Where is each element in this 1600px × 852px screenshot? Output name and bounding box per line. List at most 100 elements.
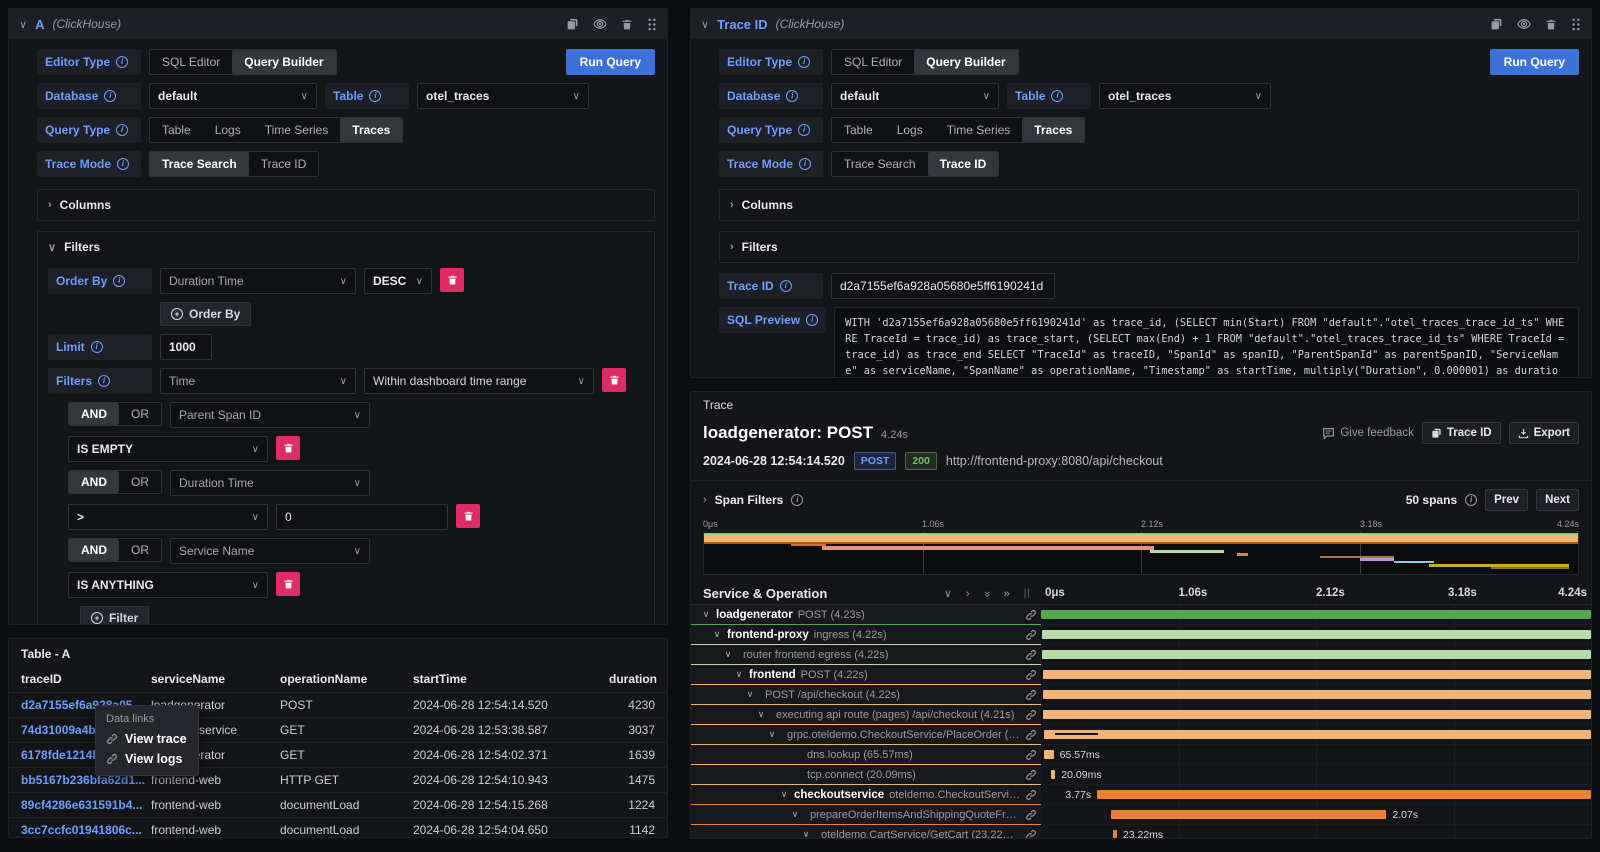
span-bar[interactable] bbox=[1042, 630, 1591, 639]
collapse-icon[interactable]: ∨ bbox=[701, 18, 709, 31]
link-icon[interactable] bbox=[1025, 709, 1037, 721]
add-filter-button[interactable]: +Filter bbox=[80, 606, 149, 625]
query-type-traces[interactable]: Traces bbox=[340, 118, 402, 142]
remove-condition-button[interactable] bbox=[276, 436, 300, 460]
chevron-down-icon[interactable]: ∨ bbox=[734, 669, 744, 680]
link-icon[interactable] bbox=[1025, 629, 1037, 641]
span-row[interactable]: ∨frontendPOST (4.22s) bbox=[691, 665, 1591, 685]
condition-operator-select[interactable]: >∨ bbox=[68, 504, 268, 530]
add-order-by-button[interactable]: +Order By bbox=[160, 302, 251, 326]
query-type-logs[interactable]: Logs bbox=[203, 118, 253, 142]
view-logs-link[interactable]: View logs bbox=[106, 752, 188, 766]
condition-operator-select[interactable]: IS EMPTY∨ bbox=[68, 436, 268, 462]
info-icon[interactable]: i bbox=[1465, 494, 1477, 506]
trace-mode-id[interactable]: Trace ID bbox=[928, 152, 999, 176]
span-row[interactable]: ∨frontend-proxyingress (4.22s) bbox=[691, 625, 1591, 645]
trace-id-input[interactable]: d2a7155ef6a928a05680e5ff6190241d bbox=[831, 273, 1055, 299]
columns-section[interactable]: ›Columns bbox=[37, 189, 655, 221]
col-starttime[interactable]: startTime bbox=[413, 672, 609, 686]
chevron-down-icon[interactable]: ∨ bbox=[779, 789, 789, 800]
span-bar[interactable] bbox=[1043, 710, 1591, 719]
span-bar[interactable] bbox=[1044, 730, 1591, 739]
condition-operator-select[interactable]: IS ANYTHING∨ bbox=[68, 572, 268, 598]
info-icon[interactable]: i bbox=[780, 280, 792, 292]
remove-filter-button[interactable] bbox=[602, 368, 626, 392]
span-bar[interactable] bbox=[1051, 770, 1055, 779]
chevron-right-icon[interactable]: › bbox=[703, 494, 707, 506]
query-type-table[interactable]: Table bbox=[150, 118, 203, 142]
span-row[interactable]: ∨prepareOrderItemsAndShippingQuoteFromCa… bbox=[691, 805, 1591, 825]
link-icon[interactable] bbox=[1025, 689, 1037, 701]
chevron-right-icon[interactable]: › bbox=[48, 199, 52, 211]
span-row[interactable]: ∨executing api route (pages) /api/checko… bbox=[691, 705, 1591, 725]
link-icon[interactable] bbox=[1025, 649, 1037, 661]
next-button[interactable]: Next bbox=[1536, 489, 1579, 511]
info-icon[interactable]: i bbox=[98, 375, 110, 387]
remove-condition-button[interactable] bbox=[456, 504, 480, 528]
trace-mode-search[interactable]: Trace Search bbox=[150, 152, 249, 176]
trace-minimap[interactable] bbox=[703, 531, 1579, 575]
info-icon[interactable]: i bbox=[369, 90, 381, 102]
span-row[interactable]: ∨POST /api/checkout (4.22s) bbox=[691, 685, 1591, 705]
or-option[interactable]: OR bbox=[119, 403, 161, 425]
span-filters-label[interactable]: Span Filters bbox=[715, 493, 784, 507]
link-icon[interactable] bbox=[1025, 809, 1037, 821]
table-select[interactable]: otel_traces∨ bbox=[417, 83, 589, 109]
link-icon[interactable] bbox=[1025, 749, 1037, 761]
link-icon[interactable] bbox=[1025, 789, 1037, 801]
collapse-icon[interactable]: ∨ bbox=[19, 18, 27, 31]
editor-type-builder[interactable]: Query Builder bbox=[914, 50, 1017, 74]
span-bar-cell[interactable]: 20.09ms bbox=[1041, 765, 1591, 785]
span-bar-cell[interactable]: 3.77s bbox=[1041, 785, 1591, 805]
or-option[interactable]: OR bbox=[119, 539, 161, 561]
drag-handle-icon[interactable] bbox=[1571, 18, 1581, 31]
chevron-down-icon[interactable]: ∨ bbox=[701, 609, 711, 620]
span-row[interactable]: ∨loadgeneratorPOST (4.23s) bbox=[691, 605, 1591, 625]
span-bar-cell[interactable] bbox=[1041, 645, 1591, 665]
query-type-logs[interactable]: Logs bbox=[885, 118, 935, 142]
editor-type-builder[interactable]: Query Builder bbox=[232, 50, 335, 74]
span-bar[interactable] bbox=[1043, 690, 1591, 699]
link-icon[interactable] bbox=[1025, 769, 1037, 781]
filters-section[interactable]: ›Filters bbox=[719, 231, 1579, 263]
collapse-all-icon[interactable]: » bbox=[981, 590, 993, 596]
info-icon[interactable]: i bbox=[798, 56, 810, 68]
copy-icon[interactable] bbox=[1490, 18, 1503, 31]
info-icon[interactable]: i bbox=[806, 314, 818, 326]
eye-icon[interactable] bbox=[1517, 17, 1531, 31]
query-type-traces[interactable]: Traces bbox=[1022, 118, 1084, 142]
trash-icon[interactable] bbox=[621, 18, 633, 31]
span-bar[interactable] bbox=[1097, 790, 1591, 799]
query-type-table[interactable]: Table bbox=[832, 118, 885, 142]
condition-field-select[interactable]: Service Name∨ bbox=[170, 538, 370, 564]
span-bar[interactable] bbox=[1043, 670, 1591, 679]
col-servicename[interactable]: serviceName bbox=[151, 672, 280, 686]
remove-condition-button[interactable] bbox=[276, 572, 300, 596]
run-query-button[interactable]: Run Query bbox=[566, 49, 655, 75]
columns-section[interactable]: ›Columns bbox=[719, 189, 1579, 221]
info-icon[interactable]: i bbox=[786, 90, 798, 102]
copy-icon[interactable] bbox=[566, 18, 579, 31]
database-select[interactable]: default∨ bbox=[831, 83, 999, 109]
editor-type-sql[interactable]: SQL Editor bbox=[832, 50, 914, 74]
query-type-timeseries[interactable]: Time Series bbox=[253, 118, 341, 142]
info-icon[interactable]: i bbox=[91, 341, 103, 353]
eye-icon[interactable] bbox=[593, 17, 607, 31]
or-option[interactable]: OR bbox=[119, 471, 161, 493]
col-operationname[interactable]: operationName bbox=[280, 672, 413, 686]
col-traceid[interactable]: traceID bbox=[21, 672, 151, 686]
condition-field-select[interactable]: Parent Span ID∨ bbox=[170, 402, 370, 428]
filters-section-header[interactable]: ∨Filters bbox=[48, 238, 644, 256]
info-icon[interactable]: i bbox=[799, 158, 811, 170]
link-icon[interactable] bbox=[1025, 609, 1037, 621]
query-type-timeseries[interactable]: Time Series bbox=[935, 118, 1023, 142]
link-icon[interactable] bbox=[1025, 829, 1037, 840]
filter-value-select[interactable]: Within dashboard time range∨ bbox=[364, 368, 594, 394]
info-icon[interactable]: i bbox=[791, 494, 803, 506]
info-icon[interactable]: i bbox=[1051, 90, 1063, 102]
remove-order-by-button[interactable] bbox=[440, 268, 464, 292]
span-bar-cell[interactable]: 2.07s bbox=[1041, 805, 1591, 825]
span-bar[interactable] bbox=[1044, 750, 1053, 759]
info-icon[interactable]: i bbox=[104, 90, 116, 102]
span-bar-cell[interactable]: 65.57ms bbox=[1041, 745, 1591, 765]
